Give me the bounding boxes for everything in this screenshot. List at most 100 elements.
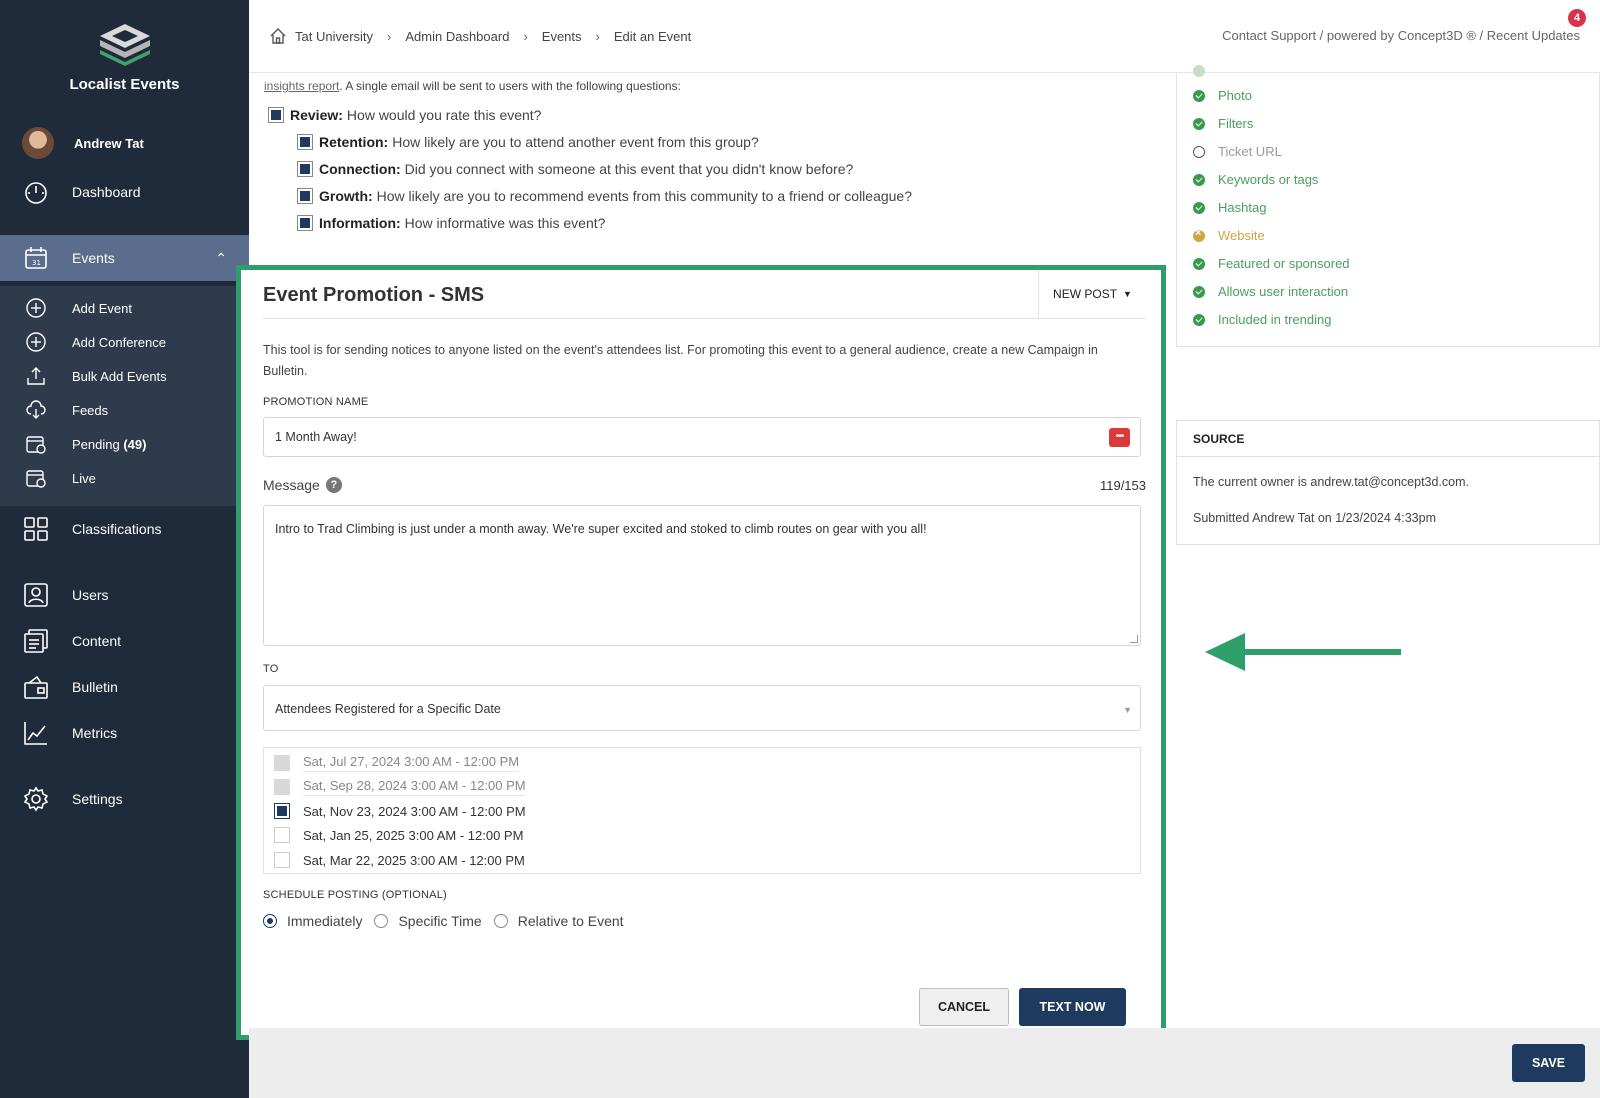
date-option[interactable]: Sat, Mar 22, 2025 3:00 AM - 12:00 PM bbox=[274, 852, 525, 868]
recipients-value: Attendees Registered for a Specific Date bbox=[275, 702, 501, 716]
nav-bulletin[interactable]: Bulletin bbox=[0, 667, 249, 707]
question-connection[interactable]: Connection: Did you connect with someone … bbox=[297, 161, 853, 177]
date-list: Sat, Jul 27, 2024 3:00 AM - 12:00 PM Sat… bbox=[263, 747, 1141, 874]
checkbox[interactable] bbox=[297, 161, 313, 177]
check-circle-icon bbox=[1193, 313, 1205, 326]
radio-specific-time[interactable]: Specific Time bbox=[374, 913, 482, 929]
nav-events[interactable]: 31 Events ⌃ bbox=[0, 235, 249, 281]
checkbox[interactable] bbox=[297, 134, 313, 150]
check-circle-icon bbox=[1193, 173, 1205, 186]
notification-badge[interactable]: 4 bbox=[1568, 9, 1586, 27]
breadcrumb-admin-dashboard[interactable]: Admin Dashboard bbox=[405, 29, 509, 44]
subnav-add-conference[interactable]: Add Conference bbox=[0, 327, 249, 357]
checklist-item[interactable]: Filters bbox=[1193, 116, 1253, 131]
subnav-bulk-add[interactable]: Bulk Add Events bbox=[0, 361, 249, 391]
breadcrumb: Tat University › Admin Dashboard › Event… bbox=[269, 27, 691, 45]
radio-relative-to-event[interactable]: Relative to Event bbox=[493, 913, 624, 929]
new-post-dropdown[interactable]: NEW POST ▼ bbox=[1038, 270, 1146, 318]
radio-button[interactable] bbox=[374, 914, 389, 928]
checklist-item[interactable]: Website bbox=[1193, 227, 1265, 243]
question-review[interactable]: Review: How would you rate this event? bbox=[268, 107, 541, 123]
checklist-item[interactable]: Hashtag bbox=[1193, 200, 1266, 215]
date-option[interactable]: Sat, Jan 25, 2025 3:00 AM - 12:00 PM bbox=[274, 827, 523, 843]
promotion-name-value: 1 Month Away! bbox=[275, 430, 357, 444]
brand[interactable]: Localist Events bbox=[0, 22, 249, 93]
checkbox[interactable] bbox=[274, 803, 290, 819]
question-growth[interactable]: Growth: How likely are you to recommend e… bbox=[297, 188, 912, 204]
line-chart-icon bbox=[22, 719, 50, 747]
checkbox[interactable] bbox=[297, 188, 313, 204]
checklist-item[interactable]: Featured or sponsored bbox=[1193, 256, 1350, 271]
home-icon[interactable] bbox=[269, 27, 287, 45]
brand-name: Localist Events bbox=[69, 76, 180, 93]
check-circle-icon bbox=[1193, 201, 1205, 214]
gauge-icon bbox=[22, 178, 50, 206]
source-owner: The current owner is andrew.tat@concept3… bbox=[1193, 475, 1470, 489]
radio-button[interactable] bbox=[263, 914, 277, 928]
promotion-name-input[interactable]: 1 Month Away! ••• bbox=[263, 417, 1141, 457]
question-information[interactable]: Information: How informative was this eve… bbox=[297, 215, 605, 231]
chevron-up-icon[interactable]: ⌃ bbox=[215, 250, 227, 267]
checkbox[interactable] bbox=[268, 107, 284, 123]
subnav-live[interactable]: Live bbox=[0, 463, 249, 493]
breadcrumb-events[interactable]: Events bbox=[542, 29, 582, 44]
nav-content[interactable]: Content bbox=[0, 621, 249, 661]
radio-immediately[interactable]: Immediately bbox=[263, 913, 362, 929]
checklist-item[interactable]: Photo bbox=[1193, 88, 1252, 103]
save-button[interactable]: SAVE bbox=[1512, 1044, 1585, 1082]
nav-dashboard[interactable]: Dashboard bbox=[0, 172, 249, 212]
plus-circle-icon bbox=[24, 330, 48, 354]
nav-classifications-label: Classifications bbox=[72, 521, 162, 537]
breadcrumb-edit-event: Edit an Event bbox=[613, 28, 692, 44]
nav-metrics[interactable]: Metrics bbox=[0, 713, 249, 753]
subnav-add-event[interactable]: Add Event bbox=[0, 293, 249, 323]
cancel-button[interactable]: CANCEL bbox=[919, 988, 1009, 1026]
bottom-bar: SAVE bbox=[249, 1028, 1600, 1098]
message-textarea[interactable]: Intro to Trad Climbing is just under a m… bbox=[263, 505, 1141, 646]
date-option: Sat, Jul 27, 2024 3:00 AM - 12:00 PM bbox=[274, 754, 520, 772]
checklist-item[interactable]: Ticket URL bbox=[1193, 144, 1282, 159]
subnav-pending[interactable]: Pending (49) bbox=[0, 429, 249, 459]
check-circle-icon bbox=[1193, 257, 1205, 270]
resize-handle[interactable] bbox=[1130, 635, 1138, 643]
sidebar: Localist Events Andrew Tat Dashboard 31 … bbox=[0, 0, 249, 1098]
radio-button[interactable] bbox=[493, 914, 508, 928]
checkbox[interactable] bbox=[274, 852, 290, 868]
breadcrumb-university[interactable]: Tat University bbox=[295, 29, 373, 44]
subnav-live-label: Live bbox=[72, 470, 96, 486]
nav-users[interactable]: Users bbox=[0, 575, 249, 615]
checkbox[interactable] bbox=[274, 827, 290, 843]
nav-content-label: Content bbox=[72, 633, 122, 649]
top-links[interactable]: Contact Support / powered by Concept3D ®… bbox=[1222, 28, 1580, 43]
calendar-clock-icon bbox=[24, 432, 48, 456]
user-profile[interactable]: Andrew Tat bbox=[22, 127, 144, 159]
caret-down-icon: ▼ bbox=[1123, 289, 1132, 299]
nav-bulletin-label: Bulletin bbox=[72, 679, 118, 695]
insights-report-link[interactable]: insights report bbox=[264, 79, 339, 93]
help-icon[interactable]: ? bbox=[325, 477, 342, 493]
message-label: Message? bbox=[263, 477, 342, 493]
schedule-radio-group: Immediately Specific Time Relative to Ev… bbox=[263, 913, 636, 929]
nav-events-label: Events bbox=[72, 250, 115, 266]
recipients-select[interactable]: Attendees Registered for a Specific Date… bbox=[263, 685, 1141, 731]
checklist-item[interactable]: Allows user interaction bbox=[1193, 284, 1348, 299]
date-option[interactable]: Sat, Nov 23, 2024 3:00 AM - 12:00 PM bbox=[274, 803, 526, 819]
text-now-button[interactable]: TEXT NOW bbox=[1019, 988, 1126, 1026]
plus-circle-icon bbox=[24, 296, 48, 320]
checkbox[interactable] bbox=[297, 215, 313, 231]
cloud-download-icon bbox=[24, 398, 48, 422]
localist-logo-icon bbox=[98, 22, 152, 66]
subnav-feeds[interactable]: Feeds bbox=[0, 395, 249, 425]
more-options-icon[interactable]: ••• bbox=[1109, 428, 1130, 447]
question-retention[interactable]: Retention: How likely are you to attend a… bbox=[297, 134, 759, 150]
bulletin-icon bbox=[22, 673, 50, 701]
warning-circle-icon bbox=[1193, 227, 1205, 242]
nav-settings[interactable]: Settings bbox=[0, 779, 249, 819]
checklist-item[interactable]: Included in trending bbox=[1193, 312, 1331, 327]
schedule-label: SCHEDULE POSTING (OPTIONAL) bbox=[263, 889, 447, 901]
checklist-item[interactable]: Keywords or tags bbox=[1193, 172, 1318, 187]
to-label: TO bbox=[263, 663, 279, 675]
nav-classifications[interactable]: Classifications bbox=[0, 509, 249, 549]
feedback-intro: insights report. A single email will be … bbox=[264, 79, 681, 93]
sms-promotion-panel: Event Promotion - SMS NEW POST ▼ This too… bbox=[236, 265, 1166, 1040]
